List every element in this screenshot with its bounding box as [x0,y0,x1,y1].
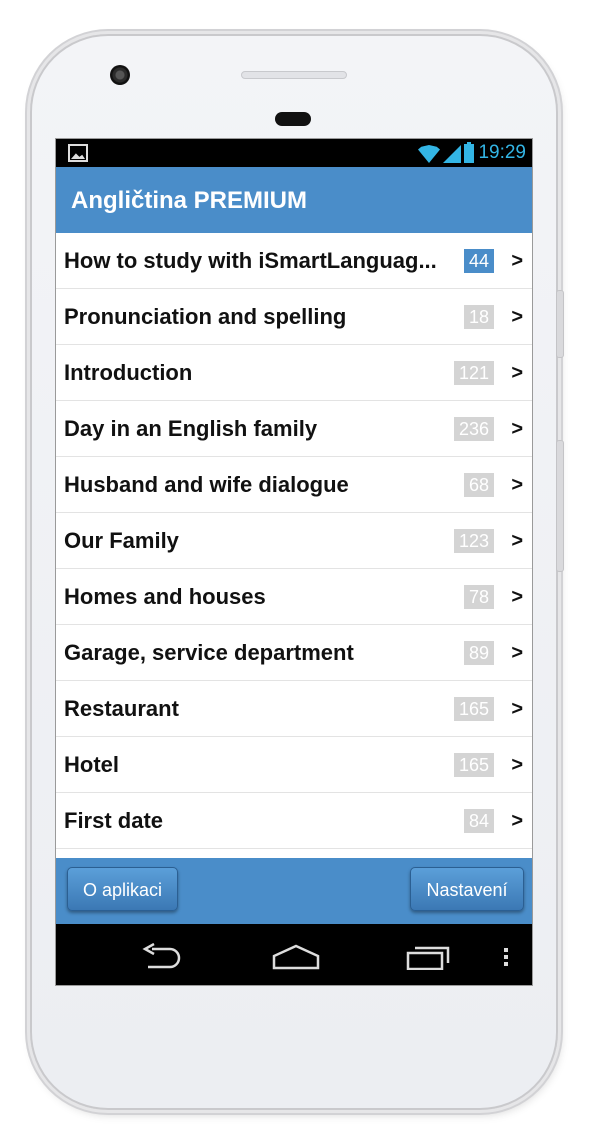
count-badge: 84 [463,809,494,833]
power-button [556,440,564,572]
count-badge: 121 [453,361,494,385]
chevron-right-icon: > [511,586,523,608]
chevron-right-icon: > [511,642,523,664]
list-item-label: Introduction [64,360,193,385]
count-badge: 123 [453,529,494,553]
image-notification-icon [68,144,88,162]
list-item-label: Homes and houses [64,584,266,609]
front-camera-icon [110,65,130,85]
list-item-label: Day in an English family [64,416,318,441]
bottom-toolbar: O aplikaci Nastavení [56,858,532,924]
chevron-right-icon: > [511,250,523,272]
battery-icon [464,142,474,163]
count-badge: 78 [463,585,494,609]
list-item[interactable]: Introduction 121 > [56,345,532,401]
chevron-right-icon: > [511,306,523,328]
list-item[interactable]: Restaurant 165 > [56,681,532,737]
list-item-label: Our Family [64,528,179,553]
count-badge: 165 [453,697,494,721]
list-item-label: Hotel [64,752,119,777]
status-icons [418,142,474,163]
android-nav-bar [56,924,532,985]
chevron-right-icon: > [511,754,523,776]
chevron-right-icon: > [511,418,523,440]
overflow-menu-icon[interactable] [503,944,509,970]
home-icon[interactable] [271,944,321,970]
count-badge: 44 [463,249,494,273]
list-item[interactable]: First date 84 > [56,793,532,849]
chevron-right-icon: > [511,474,523,496]
status-time: 19:29 [478,142,526,163]
earpiece-speaker [241,71,347,79]
list-item[interactable]: Pronunciation and spelling 18 > [56,289,532,345]
back-icon[interactable] [140,943,186,969]
list-item[interactable]: Husband and wife dialogue 68 > [56,457,532,513]
list-item[interactable]: How to study with iSmartLanguag... 44 > [56,233,532,289]
settings-button[interactable]: Nastavení [410,867,524,911]
recent-apps-icon[interactable] [406,944,450,970]
volume-button [556,290,564,358]
list-item-label: Garage, service department [64,640,354,665]
list-item-label: Restaurant [64,696,179,721]
chevron-right-icon: > [511,810,523,832]
list-item-label: First date [64,808,164,833]
list-item[interactable]: Day in an English family 236 > [56,401,532,457]
chevron-right-icon: > [511,698,523,720]
list-item-label: Pronunciation and spelling [64,304,347,329]
count-badge: 68 [463,473,494,497]
phone-screen: 19:29 Angličtina PREMIUM How to study wi… [55,138,533,986]
signal-icon [443,145,461,163]
count-badge: 236 [453,417,494,441]
about-button[interactable]: O aplikaci [67,867,178,911]
list-item[interactable]: Garage, service department 89 > [56,625,532,681]
list-item[interactable]: Our Family 123 > [56,513,532,569]
lesson-list: How to study with iSmartLanguag... 44 > Pro… [56,233,532,849]
chevron-right-icon: > [511,530,523,552]
page-title: Angličtina PREMIUM [71,187,308,214]
list-item-label: Husband and wife dialogue [64,472,349,497]
count-badge: 89 [463,641,494,665]
list-item[interactable]: Homes and houses 78 > [56,569,532,625]
status-bar: 19:29 [56,139,532,167]
proximity-sensor [275,112,311,126]
count-badge: 165 [453,753,494,777]
chevron-right-icon: > [511,362,523,384]
app-header: Angličtina PREMIUM [56,167,532,233]
list-item-label: How to study with iSmartLanguag... [64,248,437,273]
count-badge: 18 [463,305,494,329]
list-item[interactable]: Hotel 165 > [56,737,532,793]
wifi-icon [418,145,440,163]
